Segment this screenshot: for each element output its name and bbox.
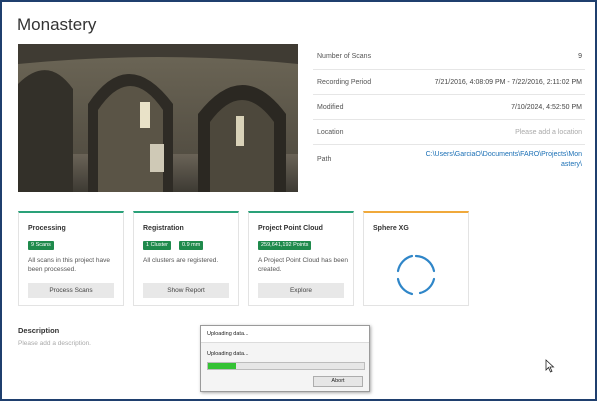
app-window: Monastery Number of Scans 9 Recording Pe…: [0, 0, 597, 401]
process-scans-button[interactable]: Process Scans: [28, 283, 114, 298]
info-label: Location: [317, 129, 344, 136]
card-description: A Project Point Cloud has been created.: [258, 257, 348, 273]
info-value: 7/21/2016, 4:08:09 PM - 7/22/2016, 2:11:…: [434, 79, 582, 86]
progress-fill: [208, 363, 237, 369]
explore-button[interactable]: Explore: [258, 283, 344, 298]
description-heading: Description: [18, 326, 60, 335]
info-row-recording-period: Recording Period 7/21/2016, 4:08:09 PM -…: [313, 69, 585, 94]
path-link[interactable]: C:\Users\GarciaO\Documents\FARO\Projects…: [422, 150, 582, 170]
card-title: Sphere XG: [373, 225, 409, 232]
abort-button[interactable]: Abort: [313, 376, 363, 387]
info-label: Path: [317, 156, 332, 163]
sphere-xg-card: Sphere XG: [363, 211, 469, 306]
upload-progress-bar: [207, 362, 365, 370]
card-title: Project Point Cloud: [258, 225, 323, 232]
processing-card: Processing 9 Scans All scans in this pro…: [18, 211, 124, 306]
info-label: Modified: [317, 104, 344, 111]
card-description: All scans in this project have been proc…: [28, 257, 111, 273]
show-report-button[interactable]: Show Report: [143, 283, 229, 298]
info-value: 7/10/2024, 4:52:50 PM: [511, 104, 582, 111]
info-value: 9: [578, 53, 582, 60]
project-preview-image: [18, 44, 298, 192]
mouse-cursor-icon: [545, 359, 555, 373]
loading-spinner-icon: [396, 254, 436, 296]
location-field[interactable]: Please add a location: [515, 129, 582, 136]
scans-badge: 9 Scans: [28, 241, 54, 250]
registration-card: Registration 1 Cluster 0.9 mm All cluste…: [133, 211, 239, 306]
upload-progress-dialog: Uploading data... Uploading data... Abor…: [200, 325, 370, 392]
dialog-title: Uploading data...: [201, 326, 369, 343]
card-title: Registration: [143, 225, 184, 232]
card-title: Processing: [28, 225, 66, 232]
info-row-number-of-scans: Number of Scans 9: [313, 44, 585, 69]
info-label: Number of Scans: [317, 53, 372, 60]
info-row-location[interactable]: Location Please add a location: [313, 119, 585, 144]
info-row-modified: Modified 7/10/2024, 4:52:50 PM: [313, 94, 585, 119]
description-field[interactable]: Please add a description.: [18, 340, 91, 347]
project-info-table: Number of Scans 9 Recording Period 7/21/…: [313, 44, 585, 172]
points-badge: 259,641,192 Points: [258, 241, 312, 250]
page-title: Monastery: [17, 15, 97, 34]
accuracy-badge: 0.9 mm: [179, 241, 204, 250]
card-description: All clusters are registered.: [143, 257, 219, 264]
cluster-badge: 1 Cluster: [143, 241, 172, 250]
info-row-path: Path C:\Users\GarciaO\Documents\FARO\Pro…: [313, 144, 585, 172]
dialog-message: Uploading data...: [207, 351, 249, 357]
point-cloud-card: Project Point Cloud 259,641,192 Points A…: [248, 211, 354, 306]
info-label: Recording Period: [317, 79, 372, 86]
